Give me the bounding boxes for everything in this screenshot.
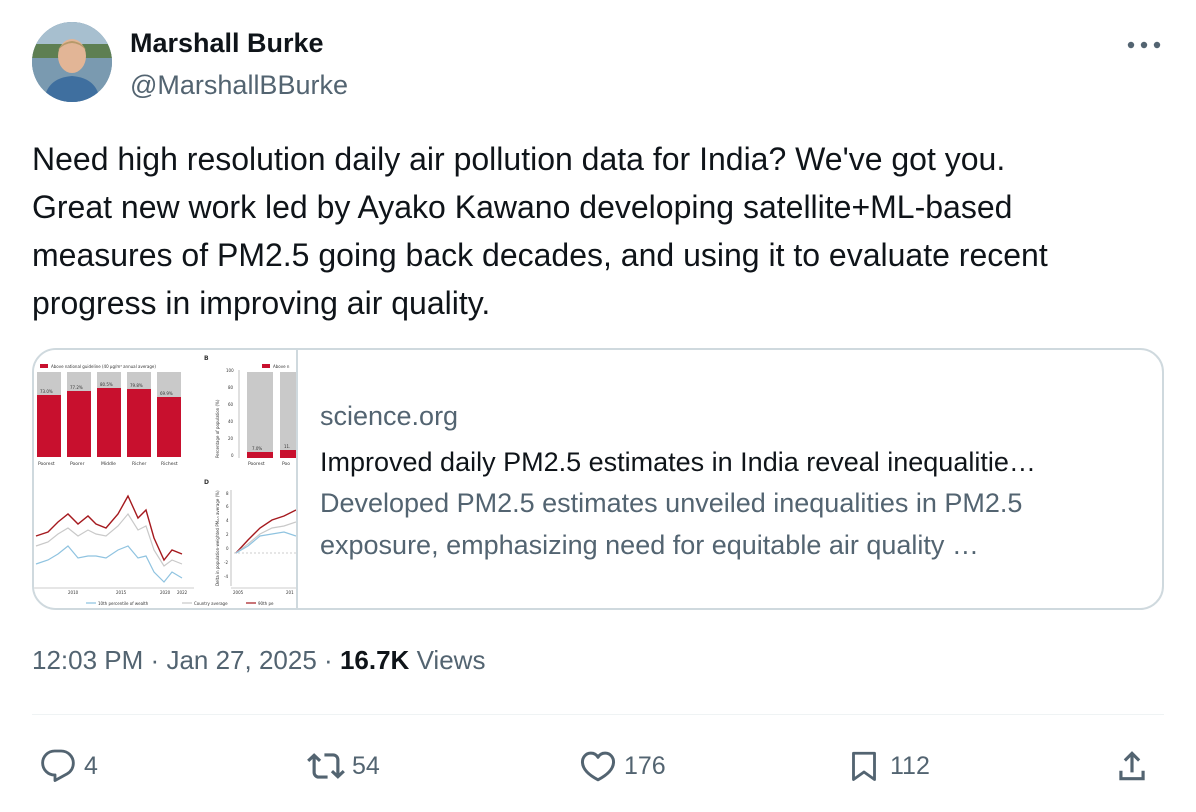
panel-d-label: D	[204, 479, 209, 486]
action-bar: 4 54 176 112	[32, 740, 1164, 792]
card-thumbnail[interactable]: Above national guideline (40 μg/m³ annua…	[34, 350, 298, 608]
bar-value: 69.9%	[160, 391, 173, 396]
line-legend-item: 90th pe	[258, 601, 274, 606]
bar-value: 73.0%	[40, 389, 53, 394]
tweet-time[interactable]: 12:03 PM	[32, 645, 143, 675]
repost-icon	[307, 753, 345, 779]
y-tick: 80	[228, 385, 234, 390]
bar-value: 77.2%	[70, 385, 83, 390]
y-tick: 20	[228, 436, 234, 441]
repost-count: 54	[352, 751, 380, 780]
repost-button[interactable]: 54	[306, 740, 380, 792]
like-button[interactable]: 176	[578, 740, 666, 792]
tweet-date[interactable]: Jan 27, 2025	[166, 645, 316, 675]
divider	[32, 714, 1164, 715]
more-icon	[1127, 41, 1161, 49]
y-tick: 100	[226, 368, 234, 373]
small-bar-value: 11.	[284, 444, 290, 449]
tweet-header: Marshall Burke @MarshallBBurke	[32, 22, 1168, 106]
x-tick: 2015	[116, 590, 127, 595]
like-count: 176	[624, 751, 666, 780]
share-icon	[1119, 751, 1145, 781]
bookmark-button[interactable]: 112	[844, 740, 930, 792]
bar-category: Richest	[161, 461, 178, 467]
line-legend-item: Country average	[194, 601, 228, 606]
legend-swatch	[40, 364, 48, 368]
line-90th	[35, 494, 183, 562]
author-handle[interactable]: @MarshallBBurke	[130, 70, 348, 101]
tweet-line: Great new work led by Ayako Kawano devel…	[32, 189, 1013, 225]
legend-b-text: Above n	[273, 364, 290, 369]
panel-b-label: B	[204, 355, 209, 362]
x-tick: 2010	[68, 590, 79, 595]
bar-category: Poorer	[70, 461, 85, 467]
tweet-text: Need high resolution daily air pollution…	[32, 135, 1152, 327]
card-meta[interactable]: science.org Improved daily PM2.5 estimat…	[320, 396, 1140, 566]
y-tick-d: -2	[224, 560, 228, 565]
x-tick: 2022	[177, 590, 188, 595]
meta-separator: ·	[324, 645, 333, 675]
legend-a-text: Above national guideline (40 μg/m³ annua…	[51, 364, 156, 369]
bar-category: Poorest	[38, 461, 55, 467]
y-tick-d: 4	[226, 518, 229, 523]
y-tick-d: 8	[226, 491, 229, 496]
x-tick-d: 2005	[233, 590, 244, 595]
tweet-meta: 12:03 PM · Jan 27, 2025 · 16.7K Views	[32, 645, 485, 676]
y-tick-d: 2	[226, 532, 229, 537]
line-legend-item: 10th percentile of wealth	[98, 601, 149, 606]
views-count: 16.7K	[339, 645, 410, 675]
card-description-line: Developed PM2.5 estimates unveiled inequ…	[320, 488, 1023, 518]
card-domain: science.org	[320, 401, 459, 431]
tweet-line: Need high resolution daily air pollution…	[32, 141, 1006, 177]
avatar[interactable]	[32, 22, 112, 102]
more-button[interactable]	[1124, 32, 1164, 58]
y-tick-d: 6	[226, 504, 229, 509]
views-label: Views	[416, 645, 486, 675]
card-description: Developed PM2.5 estimates unveiled inequ…	[320, 482, 1140, 566]
meta-separator: ·	[150, 645, 160, 675]
bar-category: Richer	[132, 461, 146, 467]
small-bar-category: Poo	[282, 461, 290, 467]
author-name[interactable]: Marshall Burke	[130, 28, 324, 59]
y-tick: 60	[228, 402, 234, 407]
y-tick: 40	[228, 419, 234, 424]
bar-category: Middle	[101, 461, 116, 467]
bookmark-count: 112	[890, 751, 930, 780]
share-button[interactable]	[1112, 740, 1152, 792]
bar-value: 79.8%	[130, 383, 143, 388]
reply-button[interactable]: 4	[38, 740, 98, 792]
card-description-line: exposure, emphasizing need for equitable…	[320, 530, 979, 560]
tweet-line: progress in improving air quality.	[32, 285, 491, 321]
y-tick-d: -4	[224, 574, 228, 579]
x-tick: 2020	[160, 590, 171, 595]
reply-count: 4	[84, 751, 98, 780]
link-card[interactable]: Above national guideline (40 μg/m³ annua…	[32, 348, 1164, 610]
y-axis-d-label: Delta in population-weighted PM₂.₅ avera…	[215, 490, 220, 586]
reply-icon	[41, 749, 75, 782]
card-title: Improved daily PM2.5 estimates in India …	[320, 447, 1036, 477]
y-tick: 0	[231, 453, 234, 458]
y-axis-b-label: Percentage of population (%)	[215, 399, 220, 458]
like-icon	[580, 751, 616, 782]
bar-value: 80.5%	[100, 382, 113, 387]
x-tick-d: 201	[286, 590, 294, 595]
bookmark-icon	[852, 751, 876, 781]
y-tick-d: 0	[226, 546, 229, 551]
tweet-line: measures of PM2.5 going back decades, an…	[32, 237, 1048, 273]
small-bar-value: 7.0%	[252, 446, 262, 451]
small-bar-category: Poorest	[248, 461, 265, 467]
